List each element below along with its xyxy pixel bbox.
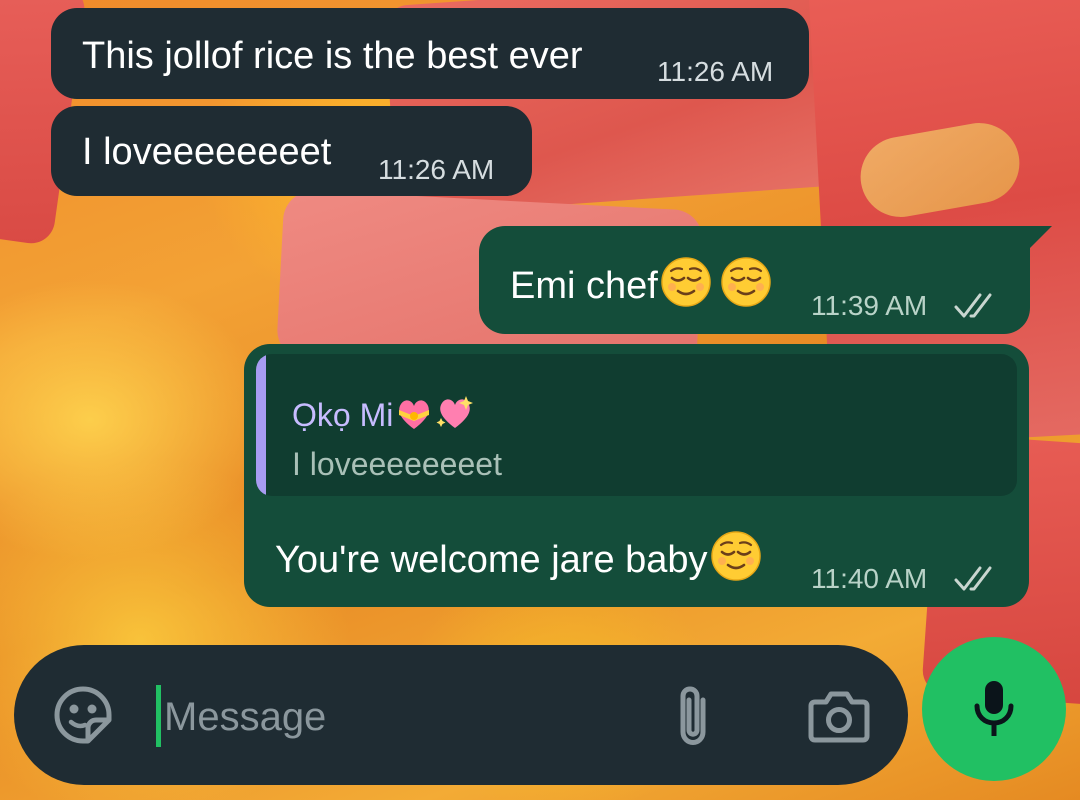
heart-with-ribbon-emoji: [395, 396, 433, 439]
read-double-check-icon: [953, 291, 1001, 321]
relieved-face-emoji: [720, 256, 772, 308]
microphone-icon: [974, 681, 1014, 736]
paperclip-icon[interactable]: [662, 681, 724, 751]
message-text: I loveeeeeeeet: [82, 131, 332, 173]
bubble-tail: [1030, 226, 1052, 248]
incoming-message-bubble[interactable]: I loveeeeeeeet 11:26 AM: [51, 106, 532, 196]
quoted-message[interactable]: Ọkọ Mi I loveeeeeeeet: [256, 354, 1017, 496]
message-time: 11:39 AM: [811, 290, 928, 321]
voice-record-button[interactable]: [922, 637, 1066, 781]
relieved-face-emoji: [710, 530, 762, 582]
relieved-face-emoji: [660, 256, 712, 308]
quote-author-name: Ọkọ Mi: [292, 397, 394, 433]
incoming-message-bubble[interactable]: This jollof rice is the best ever 11:26 …: [51, 8, 809, 99]
quote-author: Ọkọ Mi: [292, 394, 475, 439]
message-text: Emi chef: [510, 256, 772, 308]
quote-accent-bar: [256, 354, 266, 496]
message-time: 11:40 AM: [811, 563, 928, 594]
outgoing-message-bubble[interactable]: Emi chef 11:39 AM: [479, 226, 1030, 334]
message-input[interactable]: [162, 683, 636, 751]
read-double-check-icon: [953, 564, 1001, 594]
message-composer: [14, 645, 908, 785]
message-text: This jollof rice is the best ever: [82, 35, 583, 77]
quote-text: I loveeeeeeeet: [292, 446, 502, 482]
message-text-content: You're welcome jare baby: [275, 539, 708, 581]
sparkling-heart-emoji: [435, 394, 475, 439]
camera-icon[interactable]: [804, 683, 874, 749]
outgoing-reply-message-bubble[interactable]: Ọkọ Mi I loveeeeeeeet You're welcome jar…: [244, 344, 1029, 607]
sticker-icon[interactable]: [50, 682, 116, 748]
text-cursor: [156, 685, 161, 747]
message-text: You're welcome jare baby: [275, 530, 762, 582]
message-time: 11:26 AM: [657, 56, 774, 87]
message-text-content: Emi chef: [510, 265, 658, 307]
message-time: 11:26 AM: [378, 154, 495, 185]
